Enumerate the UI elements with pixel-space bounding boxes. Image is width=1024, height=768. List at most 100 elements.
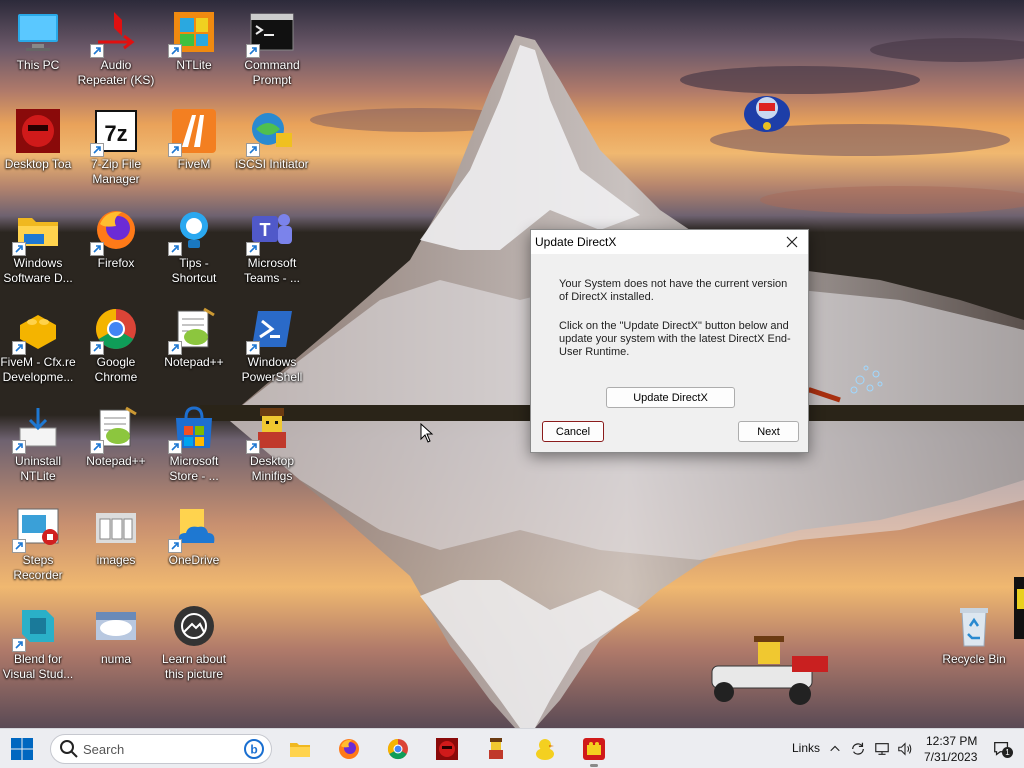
notepadpp-icon — [168, 305, 218, 355]
steps-recorder-icon — [12, 503, 62, 553]
clock[interactable]: 12:37 PM 7/31/2023 — [920, 732, 982, 766]
taskbar-app-toa[interactable] — [431, 733, 463, 765]
links-toolbar[interactable]: Links — [792, 741, 820, 755]
taskbar-app-duck[interactable] — [529, 733, 561, 765]
shortcut-arrow-icon — [12, 539, 26, 553]
taskbar-app-firefox[interactable] — [333, 733, 365, 765]
desktop-icon-onedrive[interactable]: OneDrive — [156, 495, 232, 591]
monitor-icon — [14, 8, 62, 56]
desktop-icon-toa[interactable]: Desktop Toa — [0, 99, 76, 195]
taskbar-search-box[interactable]: b — [50, 734, 272, 764]
lego-brick-icon — [12, 305, 62, 355]
desktop-icon-steps-recorder[interactable]: Steps Recorder — [0, 495, 76, 591]
desktop-icon-powershell[interactable]: Windows PowerShell — [234, 297, 310, 393]
store-icon — [168, 404, 218, 454]
lego-dock-toy[interactable] — [742, 88, 792, 136]
volume-icon[interactable] — [895, 733, 915, 765]
shortcut-arrow-icon — [90, 440, 104, 454]
desktop-icon-label: Recycle Bin — [942, 652, 1006, 666]
tips-bulb-icon — [168, 206, 218, 256]
bing-chat-icon[interactable]: b — [243, 738, 265, 760]
desktop-icon-label: images — [96, 553, 136, 567]
desktop-icon-label: Tips - Shortcut — [171, 256, 217, 285]
clock-date: 7/31/2023 — [924, 750, 978, 764]
shortcut-arrow-icon — [90, 341, 104, 355]
chevron-up-icon[interactable] — [826, 733, 844, 765]
desktop-icon-iscsi[interactable]: iSCSI Initiator — [234, 99, 310, 195]
shortcut-arrow-icon — [90, 242, 104, 256]
desktop-icon-tips-bulb[interactable]: Tips - Shortcut — [156, 198, 232, 294]
desktop-icon-folder[interactable]: Windows Software D... — [0, 198, 76, 294]
taskbar-app-lego-app[interactable] — [578, 733, 610, 767]
desktop-icon-notepadpp[interactable]: Notepad++ — [78, 396, 154, 492]
desktop-icon-label: Audio Repeater (KS) — [77, 58, 155, 87]
shortcut-arrow-icon — [12, 242, 26, 256]
cancel-button[interactable]: Cancel — [542, 421, 604, 442]
desktop-icon-label: Microsoft Teams - ... — [243, 256, 300, 285]
desktop-icon-ntlite[interactable]: NTLite — [156, 0, 232, 96]
shortcut-arrow-icon — [168, 242, 182, 256]
update-directx-button[interactable]: Update DirectX — [606, 387, 735, 408]
shortcut-arrow-icon — [12, 440, 26, 454]
mouse-cursor — [420, 422, 434, 443]
desktop-icon-label: Notepad++ — [164, 355, 224, 369]
shortcut-arrow-icon — [12, 341, 26, 355]
edge-widget[interactable] — [1014, 577, 1024, 639]
ntlite-icon — [168, 8, 218, 58]
desktop-icon-recycle-bin[interactable]: Recycle Bin — [936, 594, 1012, 690]
firefox-icon — [339, 739, 359, 759]
desktop-icon-teams[interactable]: T Microsoft Teams - ... — [234, 198, 310, 294]
7zip-icon: 7z — [90, 107, 140, 157]
next-button[interactable]: Next — [738, 421, 799, 442]
clock-time: 12:37 PM — [926, 734, 978, 748]
start-button[interactable] — [6, 733, 38, 765]
desktop-icon-label: Command Prompt — [244, 58, 300, 87]
desktop-icon-images[interactable]: images — [78, 495, 154, 591]
desktop-icon-store[interactable]: Microsoft Store - ... — [156, 396, 232, 492]
desktop-icon-lego-brick[interactable]: FiveM - Cfx.re Developme... — [0, 297, 76, 393]
firefox-icon — [90, 206, 140, 256]
desktop-icon-label: Google Chrome — [94, 355, 138, 384]
desktop-icon-label: Blend for Visual Stud... — [2, 652, 74, 681]
desktop-icon-minifig[interactable]: Desktop Minifigs — [234, 396, 310, 492]
desktop-icon-cmd[interactable]: Command Prompt — [234, 0, 310, 96]
desktop-icon-label: Windows PowerShell — [241, 355, 303, 384]
sync-icon[interactable] — [848, 733, 868, 765]
minifig-car-toy[interactable] — [702, 636, 830, 706]
desktop-icon-camera[interactable]: Learn about this picture — [156, 594, 232, 690]
desktop-icon-numa[interactable]: numa — [78, 594, 154, 690]
dialog-title: Update DirectX — [535, 235, 617, 249]
desktop-icon-fivem[interactable]: FiveM — [156, 99, 232, 195]
desktop-icon-firefox[interactable]: Firefox — [78, 198, 154, 294]
search-input[interactable] — [83, 739, 233, 759]
minifig-icon — [489, 738, 503, 759]
desktop-icon-blend[interactable]: Blend for Visual Stud... — [0, 594, 76, 690]
notification-center-button[interactable]: 1 — [988, 733, 1016, 765]
desktop-icon-label: NTLite — [176, 58, 212, 72]
desktop-icon-notepadpp[interactable]: Notepad++ — [156, 297, 232, 393]
desktop-icon-monitor[interactable]: This PC — [0, 0, 76, 96]
desktop-icon-7zip[interactable]: 7z 7-Zip File Manager — [78, 99, 154, 195]
close-icon[interactable] — [784, 234, 800, 250]
dialog-titlebar[interactable]: Update DirectX — [531, 230, 808, 254]
iscsi-icon — [246, 107, 296, 157]
blend-icon — [12, 602, 62, 652]
taskbar-app-chrome[interactable] — [382, 733, 414, 765]
shortcut-arrow-icon — [246, 341, 260, 355]
toa-icon — [14, 107, 62, 155]
desktop-icon-label: Firefox — [97, 256, 135, 270]
audio-repeater-icon — [90, 8, 140, 58]
desktop-icon-audio-repeater[interactable]: Audio Repeater (KS) — [78, 0, 154, 96]
desktop-icon-chrome[interactable]: Google Chrome — [78, 297, 154, 393]
desktop-icon-label: Steps Recorder — [13, 553, 63, 582]
fivem-icon — [168, 107, 218, 157]
desktop-icon-label: iSCSI Initiator — [235, 157, 309, 171]
taskbar-app-file-explorer[interactable] — [284, 733, 316, 765]
desktop-icon-label: Uninstall NTLite — [14, 454, 62, 483]
dialog-message-line1: Your System does not have the current ve… — [559, 278, 788, 303]
taskbar-app-minifig[interactable] — [480, 733, 512, 765]
dialog-message-line2: Click on the "Update DirectX" button bel… — [559, 320, 791, 358]
desktop-icon-uninstall[interactable]: Uninstall NTLite — [0, 396, 76, 492]
desktop-icon-label: Windows Software D... — [3, 256, 73, 285]
network-icon[interactable] — [872, 733, 892, 765]
